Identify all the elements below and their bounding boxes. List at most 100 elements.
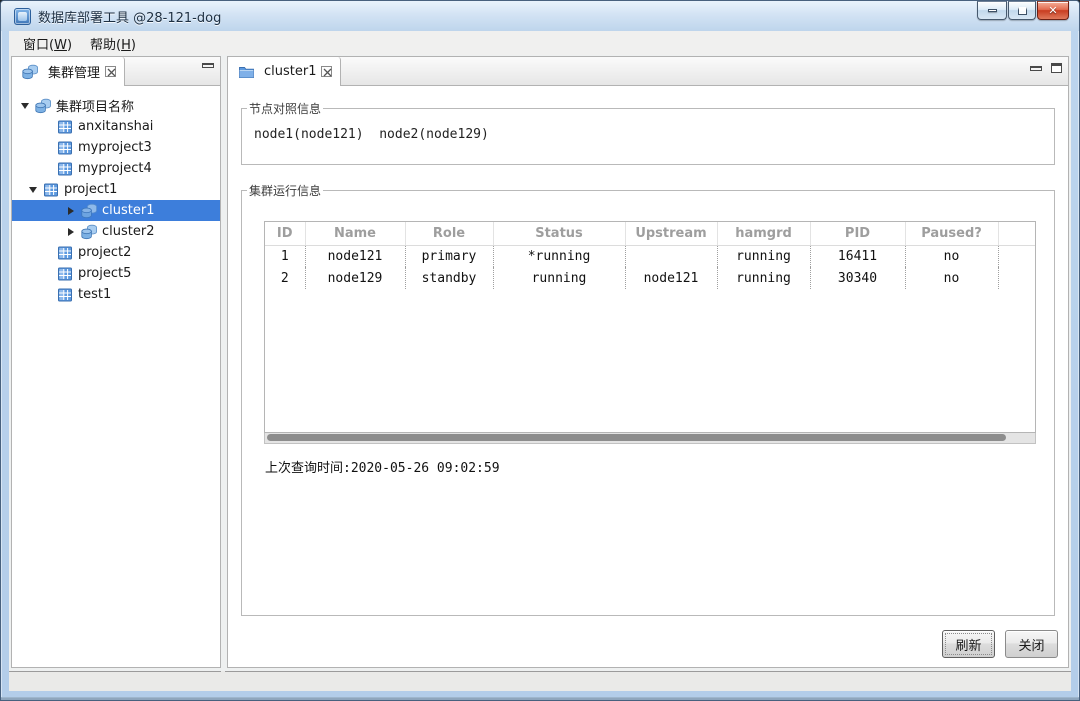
tab-cluster-management[interactable]: 集群管理 [12,57,126,86]
cell-role: standby [405,267,494,289]
menu-window[interactable]: 窗口(W) [14,31,81,56]
tree-item-label: test1 [78,287,112,302]
tree-item-label: project1 [64,182,118,197]
cell-paused: no [905,267,999,289]
horizontal-scrollbar[interactable] [264,433,1036,444]
col-status[interactable]: Status [493,222,626,246]
scrollbar-thumb[interactable] [267,434,1007,441]
node-info-group-title: 节点对照信息 [249,102,322,116]
cluster-icon [35,98,52,114]
col-id[interactable]: ID [265,222,306,246]
tree-item-label: cluster1 [102,203,155,218]
tree-item-cluster1[interactable]: cluster1 [12,200,220,221]
editor-minimize-icon[interactable] [1030,65,1042,71]
chevron-down-icon[interactable] [21,102,29,109]
window-controls: ✕ [976,1,1069,20]
cell-upstream: node121 [625,267,718,289]
tree-item-label: myproject3 [78,140,152,155]
table-row-node121[interactable]: 1 node121 primary *running running 16411… [265,245,1035,267]
cell-pid: 30340 [810,267,906,289]
tree-item-project1[interactable]: project1 [12,179,220,200]
col-role[interactable]: Role [405,222,494,246]
cell-hamgrd: running [717,267,811,289]
status-bar [9,671,1071,691]
chevron-right-icon[interactable] [68,206,74,215]
tree-item-label: project2 [78,245,132,260]
maximize-button[interactable] [1008,1,1036,20]
cluster-icon [81,224,98,240]
tree-item-myproject3[interactable]: myproject3 [12,137,220,158]
view-minimize-icon[interactable] [202,63,214,68]
tree-item-test1[interactable]: test1 [12,284,220,305]
tab-label: 集群管理 [48,66,101,81]
project-icon [57,119,74,135]
cluster-editor: cluster1 节点对照信息 node1(node121) node2(nod… [227,56,1069,668]
tree-item-label: anxitanshai [78,119,154,134]
project-icon [43,182,60,198]
cell-hamgrd: running [717,245,811,267]
menu-help[interactable]: 帮助(H) [81,31,145,56]
tree-item-label: cluster2 [102,224,155,239]
cluster-icon [22,64,39,80]
tree-item-root[interactable]: 集群项目名称 [12,95,220,116]
col-upstream[interactable]: Upstream [625,222,718,246]
tree-item-label: project5 [78,266,132,281]
cell-pid: 16411 [810,245,906,267]
col-upstream2[interactable]: Upst [998,222,1035,246]
tree-item-project5[interactable]: project5 [12,263,220,284]
col-paused[interactable]: Paused? [905,222,999,246]
status-left [9,671,221,691]
project-icon [57,287,74,303]
close-button[interactable]: ✕ [1037,1,1069,20]
close-editor-button[interactable]: 关闭 [1005,630,1058,658]
editor-tabbar: cluster1 [228,57,1068,86]
cell-id: 1 [265,245,306,267]
col-pid[interactable]: PID [810,222,906,246]
editor-maximize-icon[interactable] [1051,63,1062,73]
project-icon [57,140,74,156]
tree-item-label: 集群项目名称 [56,100,135,115]
tree-item-project2[interactable]: project2 [12,242,220,263]
title-bar[interactable]: 数据库部署工具 @28-121-dog ✕ [1,1,1079,31]
tree-item-myproject4[interactable]: myproject4 [12,158,220,179]
app-icon [14,7,31,25]
tab-label: cluster1 [264,64,317,79]
col-hamgrd[interactable]: hamgrd [717,222,811,246]
cluster-info-group-title: 集群运行信息 [249,184,322,198]
cell-role: primary [405,245,494,267]
view-toolbar [202,63,214,68]
editor-toolbar [1030,63,1062,73]
maximize-icon [1017,6,1027,15]
cell-status: *running [493,245,626,267]
status-right [225,671,1071,691]
tree-item-label: myproject4 [78,161,152,176]
tab-close-icon[interactable] [321,66,333,77]
tab-close-icon[interactable] [105,66,117,77]
tab-cluster1[interactable]: cluster1 [228,57,342,86]
cluster-project-tree[interactable]: 集群项目名称 anxitanshai myproject3 myproject4 [12,87,220,667]
cell-name: node121 [305,245,406,267]
cluster-icon [81,203,98,219]
left-view-tabbar: 集群管理 [12,57,220,86]
minimize-button[interactable] [977,1,1007,20]
menu-bar: 窗口(W) 帮助(H) [9,31,1071,55]
cell-upstream [625,245,718,267]
editor-content: 节点对照信息 node1(node121) node2(node129) 集群运… [228,87,1068,667]
project-icon [57,161,74,177]
col-name[interactable]: Name [305,222,406,246]
window-title: 数据库部署工具 @28-121-dog [38,10,222,26]
tree-item-anxitanshai[interactable]: anxitanshai [12,116,220,137]
editor-buttons: 刷新 关闭 [942,630,1058,658]
chevron-right-icon[interactable] [68,227,74,236]
refresh-button[interactable]: 刷新 [942,630,995,658]
project-icon [57,245,74,261]
cell-id: 2 [265,267,306,289]
tree-item-cluster2[interactable]: cluster2 [12,221,220,242]
cluster-status-table: ID Name Role Status Upstream hamgrd PID … [264,221,1036,433]
node-mapping-text: node1(node121) node2(node129) [254,127,489,142]
close-icon: ✕ [1048,4,1058,17]
window-bottom-edge [1,697,1079,700]
table-row-node129[interactable]: 2 node129 standby running node121 runnin… [265,267,1035,289]
chevron-down-icon[interactable] [29,186,37,193]
table-header-row: ID Name Role Status Upstream hamgrd PID … [265,222,1035,246]
